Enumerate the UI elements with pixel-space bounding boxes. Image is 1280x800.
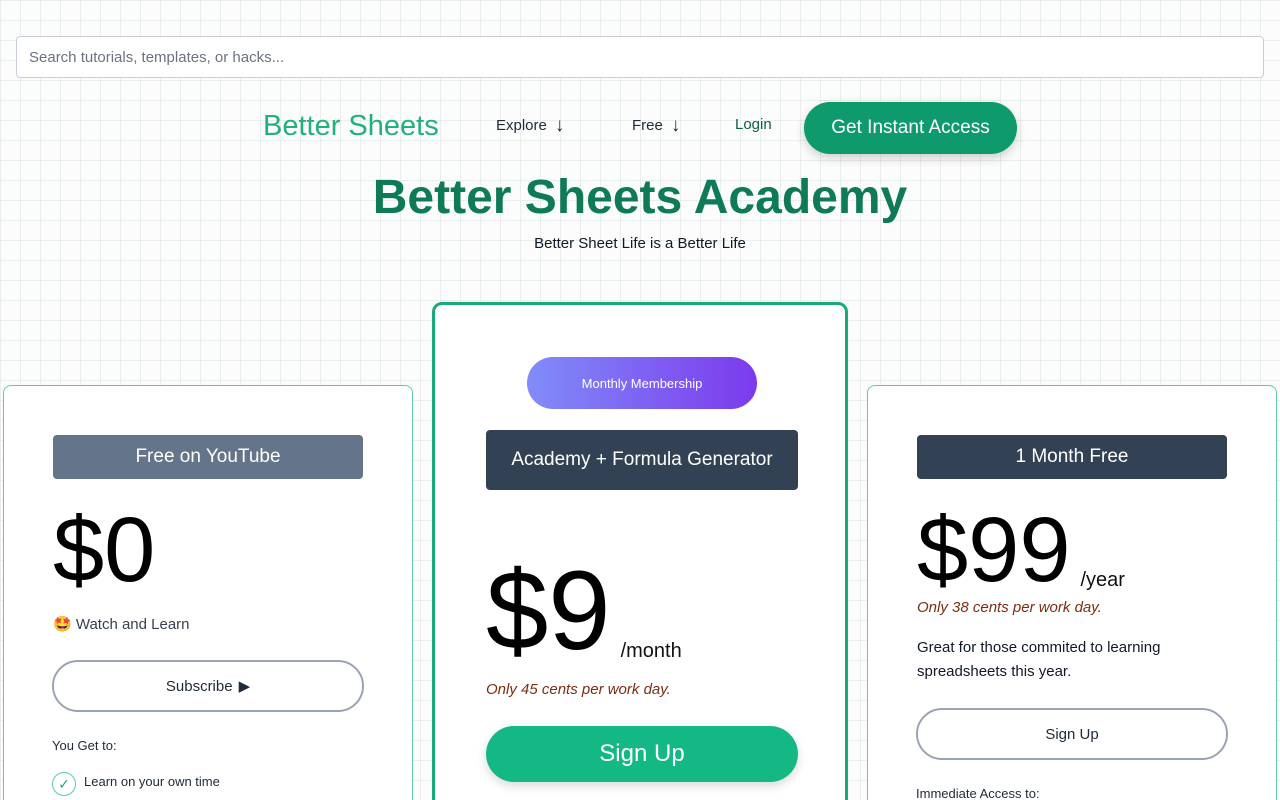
plan-price: $99 /year bbox=[917, 504, 1125, 596]
price-note: Only 45 cents per work day. bbox=[486, 681, 671, 698]
play-icon: ▶ bbox=[238, 678, 251, 695]
price-note: Only 38 cents per work day. bbox=[917, 599, 1102, 616]
plan-label: 1 Month Free bbox=[917, 435, 1227, 479]
page-subtitle: Better Sheet Life is a Better Life bbox=[534, 235, 746, 252]
plan-card-free: Free on YouTube $0 🤩 Watch and Learn Sub… bbox=[3, 385, 413, 800]
free-dropdown[interactable]: Free ↓ bbox=[632, 116, 680, 135]
plan-price: $0 bbox=[53, 504, 155, 596]
plan-price: $9 /month bbox=[486, 555, 682, 667]
search-input[interactable] bbox=[16, 36, 1264, 78]
price-value: $9 bbox=[486, 548, 611, 673]
check-icon: ✓ bbox=[52, 772, 76, 796]
page-title: Better Sheets Academy bbox=[372, 171, 908, 224]
price-period: /year bbox=[1080, 569, 1125, 591]
price-period: /month bbox=[620, 640, 682, 662]
arrow-down-icon: ↓ bbox=[554, 115, 565, 136]
get-instant-access-button[interactable]: Get Instant Access bbox=[804, 102, 1017, 154]
sign-up-button[interactable]: Sign Up bbox=[916, 708, 1228, 760]
plan-label: Academy + Formula Generator bbox=[486, 430, 798, 490]
subscribe-label: Subscribe bbox=[165, 677, 233, 695]
login-link[interactable]: Login bbox=[735, 116, 772, 133]
features-heading: You Get to: bbox=[52, 738, 117, 753]
sign-up-button[interactable]: Sign Up bbox=[486, 726, 798, 782]
plan-card-yearly: 1 Month Free $99 /year Only 38 cents per… bbox=[867, 385, 1277, 800]
brand-logo-link[interactable]: Better Sheets bbox=[263, 110, 439, 143]
price-value: $99 bbox=[917, 499, 1071, 601]
sign-up-label: Sign Up bbox=[1045, 725, 1099, 743]
access-heading: Immediate Access to: bbox=[916, 786, 1040, 800]
explore-label: Explore bbox=[496, 117, 547, 134]
plan-tagline: 🤩 Watch and Learn bbox=[53, 616, 190, 633]
arrow-down-icon: ↓ bbox=[670, 115, 681, 136]
price-value: $0 bbox=[53, 499, 156, 601]
plan-description: Great for those commited to learning spr… bbox=[917, 639, 1161, 680]
subscribe-button[interactable]: Subscribe ▶ bbox=[52, 660, 364, 712]
explore-dropdown[interactable]: Explore ↓ bbox=[496, 116, 564, 135]
plan-card-monthly: Monthly Membership Academy + Formula Gen… bbox=[432, 302, 848, 800]
feature-item: Learn on your own time bbox=[84, 774, 220, 789]
top-nav: Better Sheets Explore ↓ Free ↓ Login Get… bbox=[0, 102, 1280, 154]
free-label: Free bbox=[632, 117, 663, 134]
plan-label: Free on YouTube bbox=[53, 435, 363, 479]
plan-badge: Monthly Membership bbox=[527, 357, 757, 409]
